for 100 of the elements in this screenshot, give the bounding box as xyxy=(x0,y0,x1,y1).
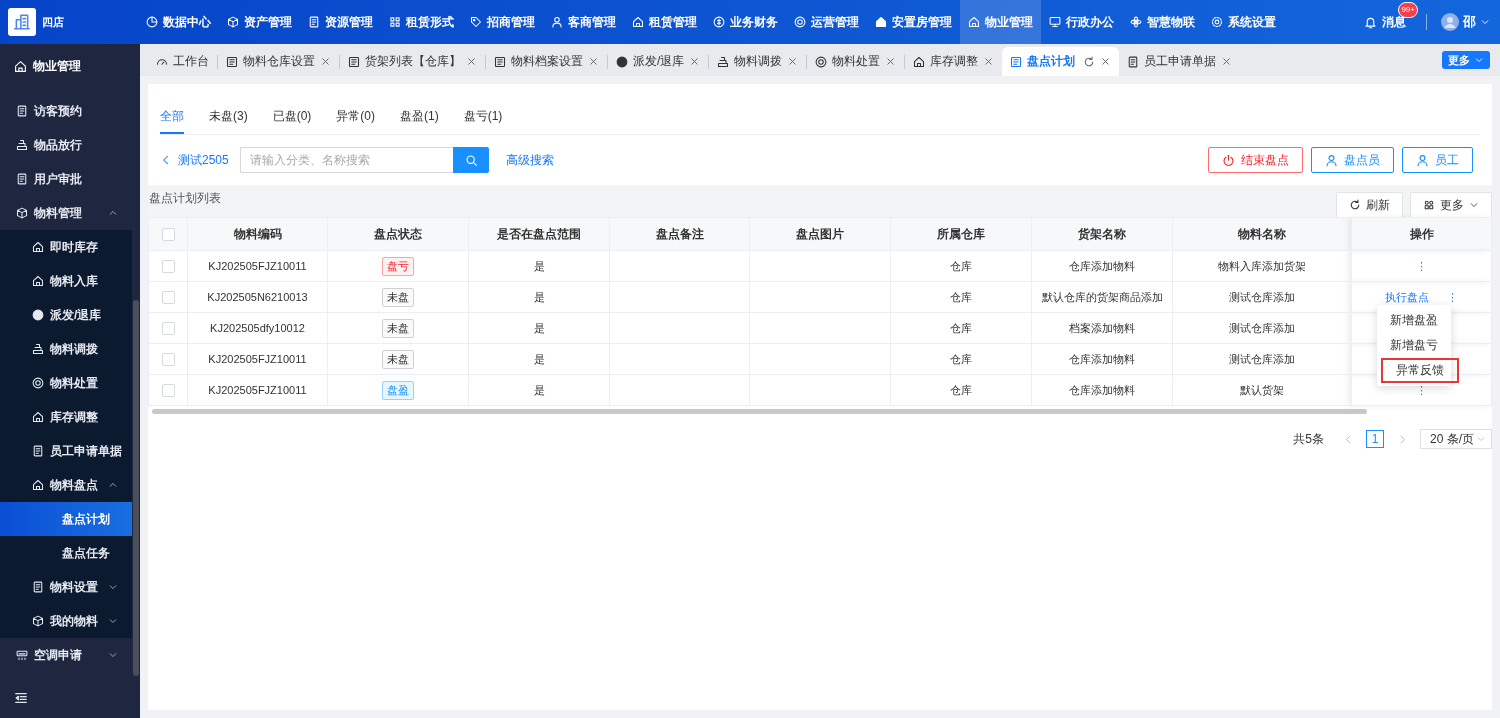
more-button[interactable]: 更多 xyxy=(1442,51,1490,69)
checkbox[interactable] xyxy=(161,383,175,397)
nav-item[interactable]: 运营管理 xyxy=(786,0,867,44)
filter-tab[interactable]: 未盘(3) xyxy=(209,100,248,134)
document-icon xyxy=(32,445,44,457)
grid-icon xyxy=(1423,199,1435,211)
monitor-icon xyxy=(1049,16,1061,28)
chevron-up-icon xyxy=(108,480,118,490)
checkbox[interactable] xyxy=(161,259,175,273)
sidebar-item[interactable]: 员工申请单据 xyxy=(0,434,132,468)
user-menu[interactable]: 邵 xyxy=(1441,13,1490,31)
scrollbar-thumb[interactable] xyxy=(133,300,139,676)
toolbar-button[interactable]: 刷新 xyxy=(1336,192,1403,217)
layout-icon xyxy=(226,55,238,68)
nav-item[interactable]: 招商管理 xyxy=(462,0,543,44)
sidebar-item[interactable]: 物品放行 xyxy=(0,128,132,162)
nav-item[interactable]: 智慧物联 xyxy=(1122,0,1203,44)
status-tag: 盘盈 xyxy=(382,380,414,400)
chevron-down-icon xyxy=(108,616,118,626)
checkbox[interactable] xyxy=(161,352,175,366)
more-actions-button[interactable]: ⋮ xyxy=(1415,383,1428,397)
more-actions-button[interactable]: ⋮ xyxy=(1446,290,1459,304)
tab[interactable]: 物料处置 xyxy=(807,47,905,76)
filter-tab[interactable]: 盘亏(1) xyxy=(463,100,503,134)
nav-item[interactable]: 业务财务 xyxy=(705,0,786,44)
sidebar-item[interactable]: 盘点任务 xyxy=(0,536,132,570)
tab[interactable]: 员工申请单据 xyxy=(1119,47,1241,76)
sidebar-item[interactable]: 即时库存 xyxy=(0,230,132,264)
filter-tab[interactable]: 盘盈(1) xyxy=(400,100,439,134)
checkbox[interactable] xyxy=(161,321,175,335)
tab[interactable]: 库存调整 xyxy=(905,47,1003,76)
nav-item[interactable]: 物业管理 xyxy=(960,0,1041,44)
ring-icon xyxy=(815,55,828,68)
sidebar-item[interactable]: 我的物料 xyxy=(0,604,132,638)
sidebar-item[interactable]: 库存调整 xyxy=(0,400,132,434)
sidebar-item[interactable]: 物料调拨 xyxy=(0,332,132,366)
table-cell: KJ202505FJZ10011 xyxy=(187,374,328,406)
sidebar-item[interactable]: 派发/退库 xyxy=(0,298,132,332)
tab[interactable]: 派发/退库 xyxy=(608,47,709,76)
ring-icon xyxy=(32,377,44,389)
table-cell: 是 xyxy=(468,343,610,375)
column-header: 所属仓库 xyxy=(890,217,1032,251)
nav-item[interactable]: 客商管理 xyxy=(543,0,624,44)
table-cell: 是 xyxy=(468,281,610,313)
nav-item[interactable]: 安置房管理 xyxy=(867,0,960,44)
close-icon xyxy=(1221,56,1233,67)
pie-chart-icon xyxy=(146,16,158,28)
tab[interactable]: 盘点计划 xyxy=(1002,47,1120,76)
power-icon xyxy=(1222,153,1235,167)
layout-icon xyxy=(494,55,506,68)
sidebar-item[interactable]: 物料入库 xyxy=(0,264,132,298)
menu-item[interactable]: 异常反馈 xyxy=(1381,358,1459,383)
sidebar-item[interactable]: 空调申请 xyxy=(0,638,132,672)
sidebar-item[interactable]: 物料盘点 xyxy=(0,468,132,502)
tab[interactable]: 物料仓库设置 xyxy=(218,47,339,76)
sidebar-item[interactable]: 物料设置 xyxy=(0,570,132,604)
cube-icon xyxy=(32,615,44,627)
search-field[interactable]: 请输入分类、名称搜索 xyxy=(240,147,453,173)
scrollbar-thumb[interactable] xyxy=(152,409,1367,414)
sidebar-item[interactable]: 盘点计划 xyxy=(0,502,132,536)
table-cell: 测试仓库添加 xyxy=(1172,343,1352,375)
tab[interactable]: 工作台 xyxy=(148,47,217,76)
brand-name: 四店 xyxy=(42,14,65,30)
document-icon xyxy=(308,16,320,28)
action-button[interactable]: 结束盘点 xyxy=(1208,147,1303,173)
tab[interactable]: 货架列表【仓库】 xyxy=(340,47,485,76)
back-link[interactable]: 测试2505 xyxy=(160,151,240,169)
nav-item[interactable]: 租赁管理 xyxy=(624,0,705,44)
nav-item[interactable]: 租赁形式 xyxy=(381,0,462,44)
row-action-link[interactable]: 执行盘点 xyxy=(1384,289,1429,305)
toolbar-button[interactable]: 更多 xyxy=(1410,192,1492,217)
table-cell: 是 xyxy=(468,250,610,282)
menu-item[interactable]: 新增盘盈 xyxy=(1377,308,1451,333)
menu-item[interactable]: 新增盘亏 xyxy=(1377,333,1451,358)
sidebar-item[interactable]: 用户审批 xyxy=(0,162,132,196)
refresh-icon xyxy=(1083,55,1096,68)
advanced-search-link[interactable]: 高级搜索 xyxy=(506,151,554,169)
filter-tab[interactable]: 已盘(0) xyxy=(272,100,312,134)
sidebar-item[interactable]: 物料管理 xyxy=(0,196,132,230)
nav-item[interactable]: 行政办公 xyxy=(1041,0,1122,44)
home-icon xyxy=(913,55,926,68)
nav-item[interactable]: 资源管理 xyxy=(300,0,381,44)
sidebar-item[interactable]: 访客预约 xyxy=(0,94,132,128)
checkbox[interactable] xyxy=(161,228,175,242)
home-icon xyxy=(32,479,44,491)
nav-item[interactable]: 系统设置 xyxy=(1203,0,1284,44)
tab[interactable]: 物料档案设置 xyxy=(486,47,607,76)
search-button[interactable] xyxy=(453,147,489,173)
filter-tab[interactable]: 全部 xyxy=(160,100,184,134)
table-cell: 仓库添加物料 xyxy=(1031,374,1173,406)
filter-tab[interactable]: 异常(0) xyxy=(336,100,375,134)
sidebar-item[interactable]: 物料处置 xyxy=(0,366,132,400)
tab[interactable]: 物料调拨 xyxy=(709,47,807,76)
home-icon xyxy=(32,411,44,423)
nav-item[interactable]: 数据中心 xyxy=(138,0,219,44)
status-tag: 未盘 xyxy=(382,287,414,307)
more-actions-button[interactable]: ⋮ xyxy=(1415,259,1428,273)
page-size-select[interactable]: 20 条/页 xyxy=(1420,429,1492,449)
nav-item[interactable]: 资产管理 xyxy=(219,0,300,44)
checkbox[interactable] xyxy=(161,290,175,304)
